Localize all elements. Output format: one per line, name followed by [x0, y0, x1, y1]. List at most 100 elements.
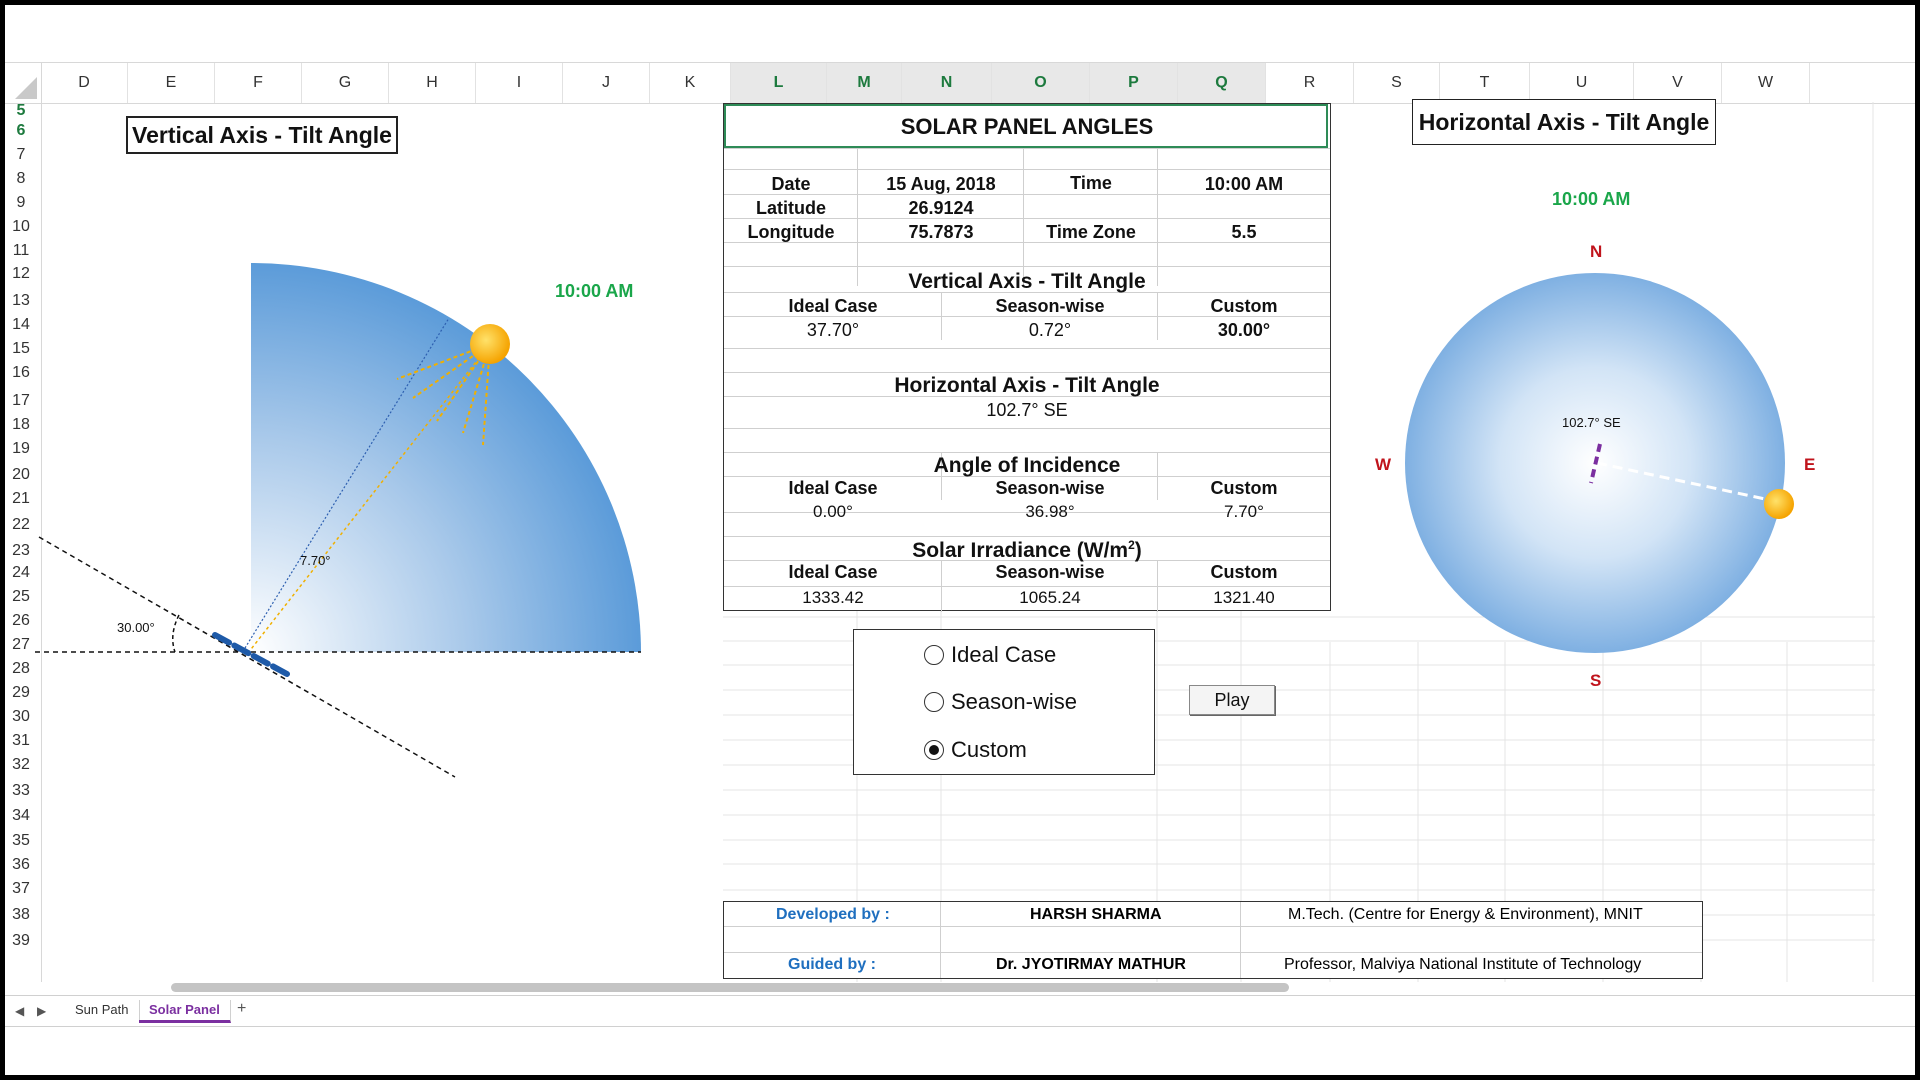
row-header-36[interactable]: 36 [5, 856, 37, 874]
row-header-23[interactable]: 23 [5, 542, 37, 560]
vertical-tilt-diagram: 30.00° 7.70° [35, 263, 641, 778]
row-header-26[interactable]: 26 [5, 612, 37, 630]
row-header-19[interactable]: 19 [5, 440, 37, 458]
column-header-h[interactable]: H [389, 63, 476, 103]
solar-angles-table: SOLAR PANEL ANGLES Date 15 Aug, 2018 Tim… [723, 103, 1331, 612]
vertical-season-value: 0.72° [1028, 320, 1072, 340]
row-header-34[interactable]: 34 [5, 807, 37, 825]
vertical-ideal-value: 37.70° [806, 320, 860, 340]
tab-sun-path[interactable]: Sun Path [65, 1000, 140, 1020]
incidence-season-value: 36.98° [1025, 502, 1075, 521]
column-header-w[interactable]: W [1722, 63, 1810, 103]
column-header-e[interactable]: E [128, 63, 215, 103]
credits-box: Developed by : HARSH SHARMA M.Tech. (Cen… [723, 901, 1703, 979]
irradiance-title-sup: 2 [1128, 538, 1135, 552]
row-header-14[interactable]: 14 [5, 316, 37, 334]
vertical-section-title: Vertical Axis - Tilt Angle [908, 270, 1146, 293]
play-button[interactable]: Play [1189, 685, 1275, 715]
vertical-custom-value: 30.00° [1217, 320, 1271, 340]
row-header-16[interactable]: 16 [5, 364, 37, 382]
column-header-r[interactable]: R [1266, 63, 1354, 103]
sky-quadrant [251, 263, 641, 652]
column-header-u[interactable]: U [1530, 63, 1634, 103]
row-header-20[interactable]: 20 [5, 466, 37, 484]
row-header-22[interactable]: 22 [5, 516, 37, 534]
column-header-k[interactable]: K [650, 63, 731, 103]
column-header-j[interactable]: J [563, 63, 650, 103]
radio-season-wise[interactable] [924, 692, 944, 712]
row-header-15[interactable]: 15 [5, 340, 37, 358]
horizontal-section-title: Horizontal Axis - Tilt Angle [894, 374, 1160, 397]
radio-ideal-case[interactable] [924, 645, 944, 665]
row-header-27[interactable]: 27 [5, 636, 37, 654]
vertical-col-ideal: Ideal Case [788, 296, 878, 316]
row-header-17[interactable]: 17 [5, 392, 37, 410]
row-header-5[interactable]: 5 [5, 102, 37, 120]
spreadsheet-window: DEFGHIJKLMNOPQRSTUVW 5 6 7 8 9 10 11 12 13 14 15 16… [5, 5, 1915, 1075]
row-header-38[interactable]: 38 [5, 906, 37, 924]
select-all-corner[interactable] [5, 63, 42, 103]
horizontal-scrollbar[interactable] [171, 983, 1289, 992]
time-value: 10:00 AM [1204, 174, 1284, 194]
incidence-col-season: Season-wise [995, 478, 1105, 498]
column-header-g[interactable]: G [302, 63, 389, 103]
case-option-group: Ideal Case Season-wise Custom [853, 629, 1155, 775]
row-header-32[interactable]: 32 [5, 756, 37, 774]
timezone-label: Time Zone [1046, 222, 1136, 242]
right-time-label: 10:00 AM [1552, 189, 1631, 209]
row-header-29[interactable]: 29 [5, 684, 37, 702]
incidence-col-custom: Custom [1210, 478, 1278, 498]
tab-scroll-left-icon[interactable]: ◀ [15, 1004, 24, 1018]
column-header-p[interactable]: P [1090, 63, 1178, 103]
row-header-9[interactable]: 9 [5, 194, 37, 212]
column-header-o[interactable]: O [992, 63, 1090, 103]
incidence-angle-label: 7.70° [300, 553, 331, 568]
radio-custom-selected[interactable] [924, 740, 944, 760]
row-header-8[interactable]: 8 [5, 170, 37, 188]
row-header-28[interactable]: 28 [5, 660, 37, 678]
irradiance-title-text: Solar Irradiance (W/m [912, 539, 1129, 562]
row-header-21[interactable]: 21 [5, 490, 37, 508]
incidence-col-ideal: Ideal Case [788, 478, 878, 498]
latitude-label: Latitude [756, 198, 826, 218]
option-season-wise[interactable]: Season-wise [924, 689, 1077, 715]
row-header-12[interactable]: 12 [5, 265, 37, 283]
row-header-18[interactable]: 18 [5, 416, 37, 434]
row-header-25[interactable]: 25 [5, 588, 37, 606]
column-header-i[interactable]: I [476, 63, 563, 103]
column-header-s[interactable]: S [1354, 63, 1440, 103]
row-header-39[interactable]: 39 [5, 932, 37, 950]
row-header-13[interactable]: 13 [5, 292, 37, 310]
column-header-m[interactable]: M [827, 63, 902, 103]
row-header-11[interactable]: 11 [5, 242, 37, 260]
row-header-35[interactable]: 35 [5, 832, 37, 850]
column-header-n[interactable]: N [902, 63, 992, 103]
option-custom-label: Custom [951, 737, 1027, 762]
row-header-33[interactable]: 33 [5, 782, 37, 800]
latitude-value: 26.9124 [908, 198, 974, 218]
select-all-icon [15, 77, 37, 99]
selected-cell-range[interactable] [724, 104, 1328, 148]
sun-icon-compass [1764, 489, 1794, 519]
row-header-6[interactable]: 6 [5, 122, 37, 140]
column-header-d[interactable]: D [41, 63, 128, 103]
row-header-10[interactable]: 10 [5, 218, 37, 236]
column-header-t[interactable]: T [1440, 63, 1530, 103]
column-header-v[interactable]: V [1634, 63, 1722, 103]
row-header-7[interactable]: 7 [5, 146, 37, 164]
irradiance-col-season: Season-wise [995, 562, 1105, 582]
vertical-axis-title: Vertical Axis - Tilt Angle [132, 122, 392, 148]
row-header-30[interactable]: 30 [5, 708, 37, 726]
column-header-q[interactable]: Q [1178, 63, 1266, 103]
tab-scroll-right-icon[interactable]: ▶ [37, 1004, 46, 1018]
row-header-37[interactable]: 37 [5, 880, 37, 898]
option-ideal-case[interactable]: Ideal Case [924, 642, 1056, 668]
row-header-31[interactable]: 31 [5, 732, 37, 750]
option-custom[interactable]: Custom [924, 737, 1027, 763]
row-header-24[interactable]: 24 [5, 564, 37, 582]
vertical-col-season: Season-wise [995, 296, 1105, 316]
add-sheet-button[interactable]: + [237, 1000, 246, 1018]
tab-solar-panel[interactable]: Solar Panel [139, 1000, 231, 1023]
column-header-l[interactable]: L [731, 63, 827, 103]
column-header-f[interactable]: F [215, 63, 302, 103]
